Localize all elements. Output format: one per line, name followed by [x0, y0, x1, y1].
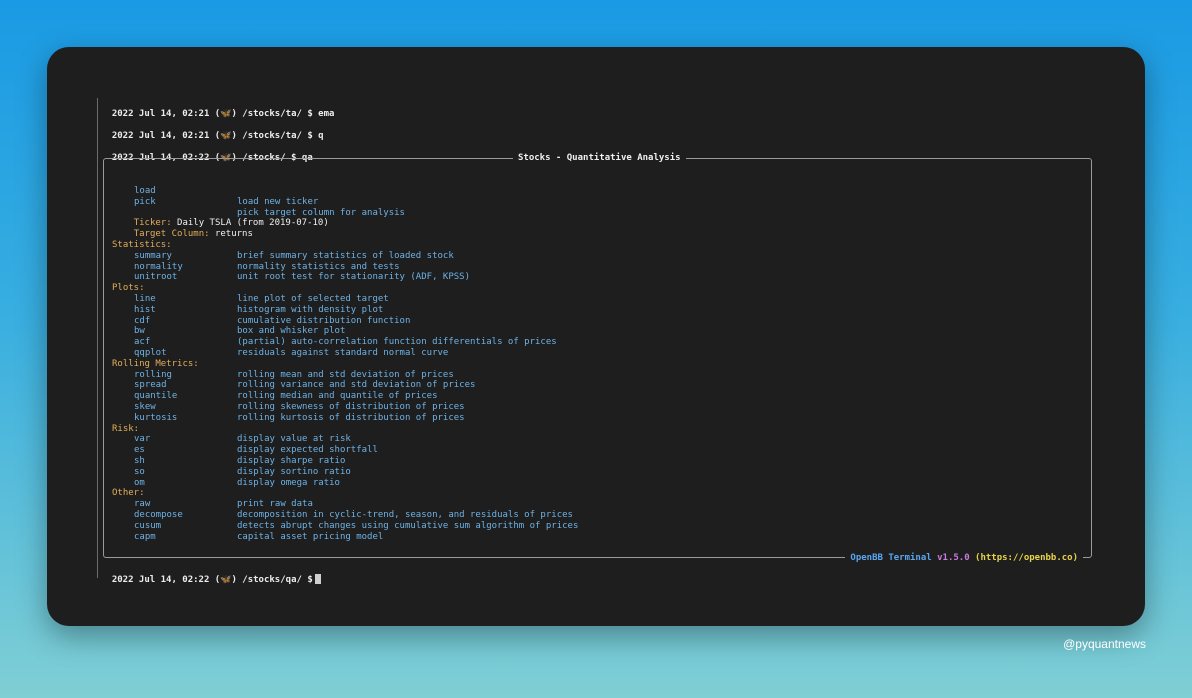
- butterfly-icon: 🦋: [220, 131, 232, 141]
- qa-menu-panel: Stocks - Quantitative Analysis load load…: [103, 152, 1092, 564]
- menu-item-command[interactable]: cdf: [134, 316, 150, 327]
- menu-item-command[interactable]: acf: [134, 337, 150, 348]
- menu-item-command[interactable]: unitroot: [134, 272, 177, 283]
- menu-item-command[interactable]: om: [134, 478, 145, 489]
- menu-item-command[interactable]: normality: [134, 262, 183, 273]
- prompt-symbol: $: [307, 575, 313, 585]
- menu-item-description: normality statistics and tests: [237, 261, 400, 272]
- history-command: q: [318, 131, 324, 141]
- target-column-label: Target Column:: [133, 229, 210, 239]
- menu-title: Stocks - Quantitative Analysis: [513, 152, 686, 164]
- menu-item-command[interactable]: spread: [134, 380, 167, 391]
- prompt-timestamp: 2022 Jul 14, 02:22: [111, 575, 210, 585]
- target-column-value: returns: [214, 229, 253, 239]
- prompt-path: /stocks/qa/: [242, 575, 302, 585]
- menu-item-command[interactable]: line: [134, 294, 156, 305]
- terminal-footer: OpenBB Terminal v1.5.0 (https://openbb.c…: [845, 552, 1083, 564]
- section-header: Rolling Metrics:: [112, 358, 199, 369]
- menu-item-command[interactable]: quantile: [134, 391, 177, 402]
- section-header: Other:: [112, 488, 145, 499]
- menu-item-description: unit root test for stationarity (ADF, KP…: [237, 272, 470, 283]
- watermark: @pyquantnews: [1063, 637, 1146, 651]
- menu-item-description: line plot of selected target: [237, 294, 389, 304]
- section-header: Risk:: [112, 423, 140, 434]
- history-timestamp: 2022 Jul 14, 02:21: [111, 131, 210, 141]
- menu-item-description: box and whisker plot: [237, 326, 346, 337]
- footer-url[interactable]: (https://openbb.co): [975, 553, 1078, 563]
- menu-item-description: rolling mean and std deviation of prices: [237, 369, 454, 380]
- menu-item-command[interactable]: rolling: [134, 370, 172, 381]
- menu-item-description: rolling variance and std deviation of pr…: [237, 380, 476, 391]
- scroll-indicator: [97, 98, 98, 578]
- menu-item-command[interactable]: bw: [134, 326, 145, 337]
- menu-item-command[interactable]: so: [134, 467, 145, 478]
- menu-item-command[interactable]: kurtosis: [134, 413, 177, 424]
- menu-item-command[interactable]: es: [134, 445, 145, 456]
- menu-item-description: histogram with density plot: [237, 304, 384, 315]
- history-line: 2022 Jul 14, 02:21 (🦋) /stocks/ta/ $ ema: [111, 109, 335, 119]
- command-prompt[interactable]: 2022 Jul 14, 02:22 (🦋) /stocks/qa/ $: [101, 563, 321, 586]
- history-command: ema: [318, 109, 335, 119]
- menu-item-command[interactable]: qqplot: [134, 348, 167, 359]
- menu-item-description: display sortino ratio: [237, 466, 351, 477]
- menu-item-description: print raw data: [237, 499, 313, 510]
- history-timestamp: 2022 Jul 14, 02:21: [111, 109, 210, 119]
- menu-item-command[interactable]: summary: [134, 251, 172, 262]
- butterfly-icon: 🦋: [220, 575, 232, 585]
- menu-item-description: decomposition in cyclic-trend, season, a…: [237, 510, 573, 520]
- menu-item-description: capital asset pricing model: [237, 531, 384, 542]
- menu-item-command[interactable]: sh: [134, 456, 145, 467]
- menu-item-description: display expected shortfall: [237, 445, 378, 456]
- menu-item-command[interactable]: hist: [134, 305, 156, 316]
- footer-app-name: OpenBB Terminal: [850, 553, 932, 563]
- text-cursor[interactable]: [314, 574, 321, 584]
- menu-item-command[interactable]: cusum: [134, 521, 161, 532]
- menu-item-description: display value at risk: [237, 434, 351, 445]
- menu-item-description: rolling skewness of distribution of pric…: [237, 402, 465, 412]
- menu-item-command[interactable]: capm: [134, 532, 156, 543]
- history-line: 2022 Jul 14, 02:21 (🦋) /stocks/ta/ $ q: [111, 131, 324, 141]
- menu-item-command[interactable]: decompose: [134, 510, 183, 521]
- history-path: /stocks/ta/: [242, 131, 302, 141]
- menu-item-description: cumulative distribution function: [237, 315, 411, 326]
- section-header: Statistics:: [112, 240, 172, 250]
- history-path: /stocks/ta/: [242, 109, 302, 119]
- menu-item-command[interactable]: skew: [134, 402, 156, 413]
- menu-item-description: display omega ratio: [237, 477, 340, 488]
- menu-item-command[interactable]: var: [134, 434, 150, 445]
- menu-item-description: (partial) auto-correlation function diff…: [237, 337, 557, 348]
- section-header: Plots:: [112, 283, 145, 294]
- menu-item-description: detects abrupt changes using cumulative …: [237, 520, 579, 531]
- menu-item-description: residuals against standard normal curve: [237, 348, 449, 358]
- menu-item-command[interactable]: raw: [134, 499, 150, 510]
- menu-item-description: rolling median and quantile of prices: [237, 391, 438, 402]
- menu-item-description: brief summary statistics of loaded stock: [237, 250, 454, 261]
- butterfly-icon: 🦋: [220, 109, 232, 119]
- menu-item-description: display sharpe ratio: [237, 456, 346, 466]
- menu-item-description: rolling kurtosis of distribution of pric…: [237, 412, 465, 423]
- footer-version: v1.5.0: [937, 553, 970, 563]
